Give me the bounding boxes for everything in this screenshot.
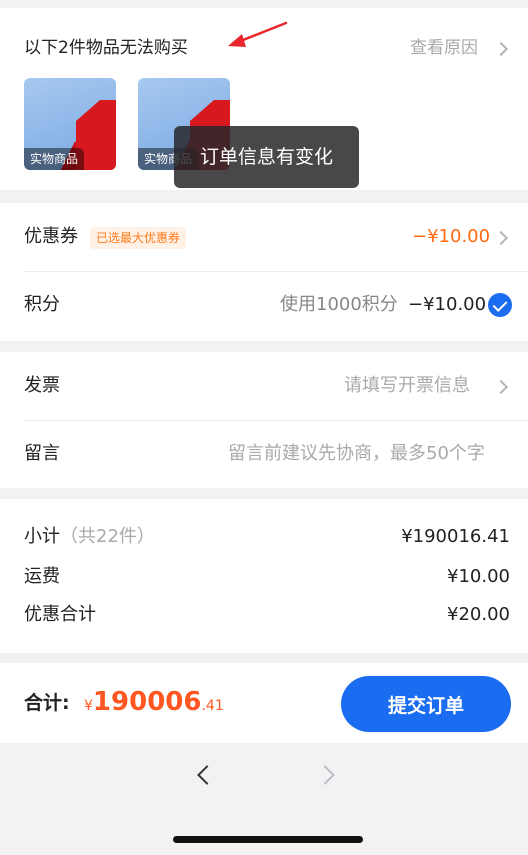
shipping-label: 运费	[24, 566, 60, 587]
message-label: 留言	[24, 443, 60, 464]
invoice-input[interactable]: 请填写开票信息	[344, 376, 470, 396]
unavailable-title: 以下2件物品无法购买	[24, 38, 188, 58]
product-thumbnail[interactable]: 实物商品	[24, 78, 116, 170]
total-price-decimal: .41	[201, 698, 224, 714]
coupon-label: 优惠券	[24, 226, 78, 247]
view-reason-link[interactable]: 查看原因	[410, 38, 478, 58]
home-indicator[interactable]	[173, 836, 363, 843]
subtotal-label: 小计（共22件）	[24, 527, 155, 547]
subtotal-count: （共22件）	[60, 526, 155, 547]
chevron-right-icon[interactable]	[493, 41, 509, 57]
toast-message: 订单信息有变化	[174, 126, 359, 188]
total-price: ¥190006.41	[84, 687, 224, 717]
subtotal-label-text: 小计	[24, 526, 60, 547]
points-label: 积分	[24, 294, 60, 315]
points-value: −¥10.00	[408, 294, 487, 315]
coupon-badge: 已选最大优惠券	[90, 227, 187, 249]
order-summary-section: 小计（共22件） ¥190016.41 运费 ¥10.00 优惠合计 ¥20.0…	[0, 499, 528, 653]
chevron-left-icon[interactable]	[197, 765, 217, 785]
discount-total-label: 优惠合计	[24, 604, 96, 625]
checkout-bar: 合计: ¥190006.41 提交订单	[0, 663, 528, 743]
discount-total-value: ¥20.00	[447, 604, 510, 625]
annotation-arrow-icon	[228, 21, 288, 47]
total-label: 合计:	[24, 692, 70, 714]
navigation-bar	[0, 743, 528, 855]
invoice-section: 发票 请填写开票信息 留言 留言前建议先协商，最多50个字	[0, 352, 528, 488]
product-tag: 实物商品	[24, 148, 85, 170]
invoice-label: 发票	[24, 375, 60, 396]
chevron-right-icon[interactable]	[493, 230, 509, 246]
chevron-right-icon[interactable]	[493, 379, 509, 395]
total-price-integer: 190006	[92, 687, 202, 717]
currency-symbol: ¥	[84, 698, 93, 714]
check-circle-icon[interactable]	[488, 293, 512, 317]
shipping-value: ¥10.00	[447, 566, 510, 587]
points-description: 使用1000积分	[280, 294, 398, 315]
chevron-right-icon[interactable]	[315, 765, 335, 785]
coupon-value[interactable]: −¥10.00	[412, 227, 490, 247]
subtotal-value: ¥190016.41	[401, 526, 510, 547]
message-input[interactable]: 留言前建议先协商，最多50个字	[228, 444, 485, 464]
divider	[24, 420, 528, 421]
divider	[24, 271, 528, 272]
submit-order-button[interactable]: 提交订单	[341, 676, 511, 732]
discount-section: 优惠券 已选最大优惠券 −¥10.00 积分 使用1000积分 −¥10.00	[0, 203, 528, 341]
